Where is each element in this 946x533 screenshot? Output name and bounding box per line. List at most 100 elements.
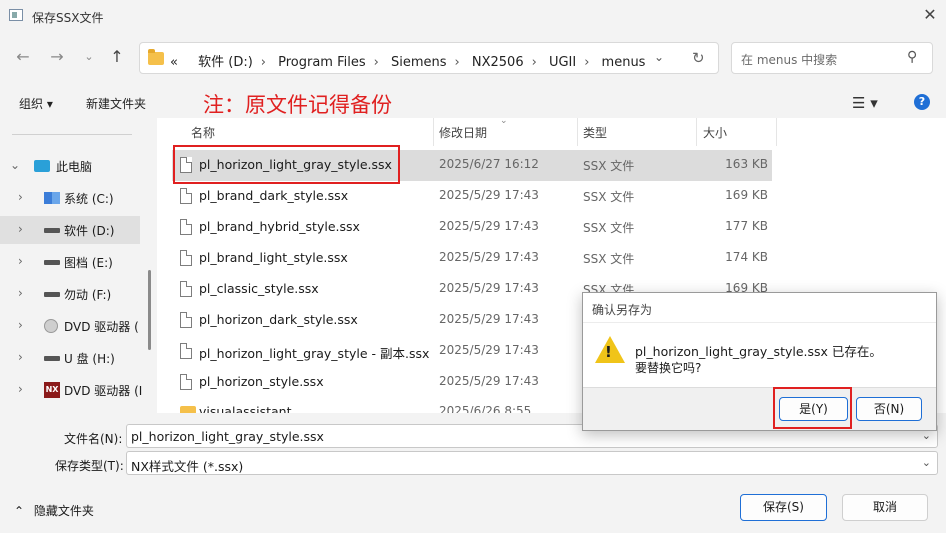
file-row[interactable]: pl_brand_hybrid_style.ssx 2025/5/29 17:4… — [172, 212, 772, 243]
hide-folders-toggle[interactable]: ⌃ 隐藏文件夹 — [14, 502, 94, 519]
breadcrumb-item[interactable]: menus — [602, 55, 646, 70]
organize-button[interactable]: 组织 ▾ — [19, 95, 53, 112]
nav-item-label: 系统 (C:) — [64, 192, 114, 206]
file-size: 163 KB — [725, 157, 768, 171]
divider — [776, 118, 777, 146]
file-icon — [180, 343, 192, 359]
file-name: pl_horizon_light_gray_style - 副本.ssx — [199, 346, 430, 361]
window-title: 保存SSX文件 — [32, 11, 104, 25]
file-type: SSX 文件 — [583, 221, 635, 235]
chevron-right-icon[interactable]: › — [18, 222, 23, 236]
exclamation-icon: ! — [605, 343, 612, 361]
app-icon — [9, 9, 23, 21]
nav-item-label: U 盘 (H:) — [64, 352, 115, 366]
filetype-label: 保存类型(T): — [55, 459, 124, 473]
breadcrumb: « 软件 (D:) › Program Files › Siemens › NX250… — [170, 55, 646, 70]
view-options-icon[interactable]: ☰ ▾ — [852, 94, 878, 112]
file-name: pl_brand_dark_style.ssx — [199, 188, 349, 203]
usb-drive-icon — [44, 356, 60, 361]
nav-item-this-pc[interactable]: ⌄ 此电脑 — [0, 152, 140, 180]
back-arrow-icon[interactable]: ← — [12, 46, 34, 68]
column-header-type[interactable]: 类型 — [583, 124, 607, 141]
file-icon — [180, 188, 192, 204]
chevron-down-icon[interactable]: ⌄ — [654, 50, 664, 64]
breadcrumb-item[interactable]: NX2506 — [472, 55, 524, 70]
file-date: 2025/5/29 17:43 — [439, 312, 539, 326]
search-placeholder: 在 menus 中搜索 — [741, 53, 838, 67]
breadcrumb-item[interactable]: UGII — [549, 55, 576, 70]
chevron-right-icon[interactable]: › — [18, 350, 23, 364]
file-row[interactable]: pl_brand_light_style.ssx 2025/5/29 17:43… — [172, 243, 772, 274]
file-size: 174 KB — [725, 250, 768, 264]
file-icon — [180, 250, 192, 266]
chevron-right-icon[interactable]: › — [18, 382, 23, 396]
filetype-select[interactable]: NX样式文件 (*.ssx) ⌄ — [126, 451, 938, 475]
help-icon[interactable]: ? — [914, 94, 930, 110]
search-icon[interactable]: ⚲ — [907, 49, 917, 65]
scrollbar[interactable] — [148, 270, 151, 350]
nav-item-nx-dvd[interactable]: › NX DVD 驱动器 (I — [0, 376, 143, 404]
highlight-box — [773, 387, 852, 429]
nav-item-d-drive[interactable]: › 软件 (D:) — [0, 216, 140, 244]
nav-item-usb-drive[interactable]: › U 盘 (H:) — [0, 344, 140, 372]
title-bar — [0, 0, 946, 32]
nav-item-label: DVD 驱动器 (I — [64, 384, 143, 398]
filetype-value: NX样式文件 (*.ssx) — [131, 459, 244, 474]
up-arrow-icon[interactable]: ↑ — [106, 46, 128, 68]
refresh-icon[interactable]: ↻ — [692, 49, 705, 67]
file-name: pl_brand_hybrid_style.ssx — [199, 219, 360, 234]
save-button[interactable]: 保存(S) — [740, 494, 827, 521]
file-date: 2025/5/29 17:43 — [439, 250, 539, 264]
nav-item-label: 此电脑 — [56, 160, 93, 174]
folder-icon — [180, 406, 196, 413]
sort-chevron-icon: ⌄ — [500, 116, 508, 126]
file-row[interactable]: pl_brand_dark_style.ssx 2025/5/29 17:43 … — [172, 181, 772, 212]
confirm-dialog: 确认另存为 ! pl_horizon_light_gray_style.ssx … — [582, 292, 937, 431]
drive-icon — [44, 292, 60, 297]
nx-dvd-icon: NX — [44, 382, 60, 398]
dialog-question: 要替换它吗? — [635, 361, 702, 375]
chevron-right-icon[interactable]: › — [18, 286, 23, 300]
column-header-date[interactable]: 修改日期 — [439, 124, 487, 141]
file-date: 2025/5/29 17:43 — [439, 281, 539, 295]
breadcrumb-item[interactable]: Program Files — [278, 55, 366, 70]
divider — [12, 134, 132, 135]
nav-item-e-drive[interactable]: › 图档 (E:) — [0, 248, 140, 276]
new-folder-button[interactable]: 新建文件夹 — [86, 95, 146, 112]
nav-item-f-drive[interactable]: › 勿动 (F:) — [0, 280, 140, 308]
chevron-right-icon[interactable]: › — [18, 318, 23, 332]
file-type: SSX 文件 — [583, 159, 635, 173]
breadcrumb-overflow[interactable]: « — [170, 55, 178, 70]
hide-folders-label: 隐藏文件夹 — [33, 504, 94, 518]
nav-item-dvd-drive[interactable]: › DVD 驱动器 ( — [0, 312, 140, 340]
file-date: 2025/5/29 17:43 — [439, 219, 539, 233]
forward-arrow-icon[interactable]: → — [46, 46, 68, 68]
recent-chevron-icon[interactable]: ⌄ — [78, 46, 100, 68]
file-type: SSX 文件 — [583, 190, 635, 204]
chevron-right-icon[interactable]: › — [18, 190, 23, 204]
dialog-body: ! pl_horizon_light_gray_style.ssx 已存在。 要… — [583, 323, 936, 387]
nav-item-label: 图档 (E:) — [64, 256, 113, 270]
dvd-icon — [44, 319, 58, 333]
breadcrumb-item[interactable]: 软件 (D:) — [198, 55, 253, 70]
address-bar[interactable]: « 软件 (D:) › Program Files › Siemens › NX250… — [139, 42, 719, 74]
file-date: 2025/5/29 17:43 — [439, 343, 539, 357]
column-header-name[interactable]: 名称 — [191, 124, 215, 141]
chevron-down-icon[interactable]: ⌄ — [922, 456, 931, 469]
no-button[interactable]: 否(N) — [856, 397, 922, 421]
file-name: pl_horizon_style.ssx — [199, 374, 324, 389]
file-date: 2025/5/29 17:43 — [439, 374, 539, 388]
divider — [577, 118, 578, 146]
close-icon[interactable]: ✕ — [918, 4, 942, 26]
nav-item-label: 勿动 (F:) — [64, 288, 112, 302]
cancel-button[interactable]: 取消 — [842, 494, 928, 521]
chevron-right-icon[interactable]: › — [18, 254, 23, 268]
chevron-down-icon[interactable]: ⌄ — [10, 158, 20, 172]
column-header-size[interactable]: 大小 — [703, 124, 727, 141]
filename-value: pl_horizon_light_gray_style.ssx — [131, 429, 324, 444]
breadcrumb-item[interactable]: Siemens — [391, 55, 447, 70]
nav-item-c-drive[interactable]: › 系统 (C:) — [0, 184, 140, 212]
search-input[interactable]: 在 menus 中搜索 ⚲ — [731, 42, 933, 74]
file-size: 177 KB — [725, 219, 768, 233]
highlight-box — [173, 145, 400, 184]
